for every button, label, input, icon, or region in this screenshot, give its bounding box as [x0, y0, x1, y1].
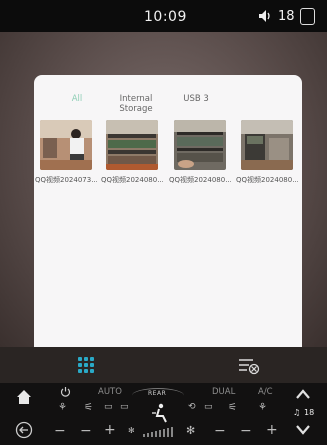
right-temp-down[interactable]: − — [240, 423, 252, 439]
app-dock — [0, 347, 327, 383]
auto-button[interactable]: AUTO — [98, 387, 122, 397]
clock: 10:09 — [144, 9, 187, 25]
left-temp-down[interactable]: − — [54, 423, 66, 439]
right-seat-vent-icon[interactable]: ⚟ — [228, 402, 237, 413]
video-thumbnail[interactable] — [40, 120, 92, 170]
chevron-down-icon[interactable] — [296, 425, 310, 435]
chevron-up-icon[interactable] — [296, 389, 310, 399]
wallpaper: All Internal Storage USB 3 QQ视频2024073..… — [0, 32, 327, 368]
climate-control-bar: AUTO REAR DUAL A/C ⚘ ⚟ ▭ ▭ ⟲ ▭ ⚟ ⚘ ♫ 18 … — [0, 383, 327, 445]
home-icon[interactable] — [16, 389, 32, 405]
left-seat-heat-icon[interactable]: ⚘ — [58, 402, 67, 413]
ac-button[interactable]: A/C — [258, 387, 273, 397]
app-grid-icon[interactable] — [78, 357, 94, 373]
fan-speed-value: 18 — [304, 408, 315, 417]
tab-internal-storage[interactable]: Internal Storage — [116, 94, 156, 114]
right-temp-increase[interactable]: + — [266, 422, 278, 438]
thumbnail-label: QQ视频2024073... — [35, 176, 97, 184]
fan-low-icon: ✻ — [128, 426, 135, 435]
left-temp-increase[interactable]: + — [104, 422, 116, 438]
fan-speed-bar[interactable] — [142, 427, 178, 437]
window-defrost-icon[interactable]: ▭ — [120, 402, 129, 412]
fan-high-icon: ✻ — [186, 424, 196, 437]
volume-icon[interactable] — [258, 9, 274, 23]
front-defrost-icon[interactable]: ▭ — [204, 402, 213, 412]
tab-all[interactable]: All — [70, 94, 84, 104]
rear-label: REAR — [148, 390, 167, 397]
left-temp-decrease[interactable]: − — [80, 423, 92, 439]
recirculate-icon[interactable]: ⟲ — [188, 402, 196, 412]
thumbnail-label: QQ视频2024080... — [236, 176, 298, 184]
defrost-rear-icon[interactable]: ⚟ — [84, 402, 93, 413]
playlist-icon[interactable] — [238, 357, 260, 375]
back-icon[interactable] — [15, 421, 33, 439]
volume-level: 18 — [278, 9, 295, 24]
fan-speed-icon: ♫ — [293, 408, 301, 417]
video-thumbnail[interactable] — [241, 120, 293, 170]
video-thumbnail[interactable] — [174, 120, 226, 170]
right-temp-decrease[interactable]: − — [214, 423, 226, 439]
power-icon[interactable] — [60, 386, 71, 397]
right-seat-heat-icon[interactable]: ⚘ — [258, 402, 267, 413]
tab-usb[interactable]: USB 3 — [181, 94, 211, 104]
dual-button[interactable]: DUAL — [212, 387, 235, 397]
window-icon[interactable] — [300, 8, 315, 25]
seat-vent-icon[interactable]: ▭ — [104, 402, 113, 412]
thumbnail-label: QQ视频2024080... — [169, 176, 231, 184]
thumbnail-label: QQ视频2024080... — [101, 176, 163, 184]
airflow-seat-icon[interactable] — [150, 403, 172, 423]
status-bar: 10:09 18 — [0, 0, 327, 32]
video-thumbnail[interactable] — [106, 120, 158, 170]
gallery-panel: All Internal Storage USB 3 QQ视频2024073..… — [34, 75, 302, 368]
